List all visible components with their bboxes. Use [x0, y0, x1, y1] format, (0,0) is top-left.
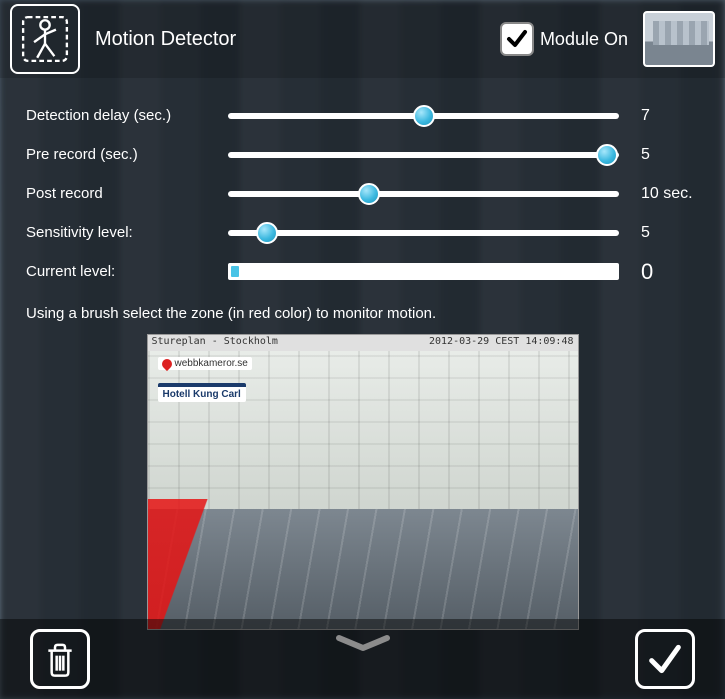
- row-sensitivity: Sensitivity level: 5: [26, 213, 699, 252]
- preview-logo-hotel: Hotell Kung Carl: [158, 383, 246, 402]
- value-sensitivity: 5: [631, 224, 699, 242]
- footer-bar: [0, 619, 725, 699]
- slider-detection-delay[interactable]: [228, 113, 619, 119]
- level-meter: [228, 263, 619, 280]
- module-checkbox[interactable]: [500, 22, 534, 56]
- level-meter-fill: [231, 266, 239, 277]
- preview-caption-left: Stureplan - Stockholm: [152, 336, 278, 350]
- row-current-level: Current level: 0: [26, 252, 699, 291]
- motion-detector-icon: [10, 4, 80, 74]
- label-sensitivity: Sensitivity level:: [26, 224, 216, 241]
- value-current-level: 0: [631, 259, 699, 285]
- zone-hint-text: Using a brush select the zone (in red co…: [26, 305, 699, 322]
- row-pre-record: Pre record (sec.) 5: [26, 135, 699, 174]
- slider-thumb[interactable]: [596, 144, 618, 166]
- label-post-record: Post record: [26, 185, 216, 202]
- slider-post-record[interactable]: [228, 191, 619, 197]
- label-detection-delay: Detection delay (sec.): [26, 107, 216, 124]
- module-toggle[interactable]: Module On: [500, 22, 628, 56]
- preview-logo-webbkameror: webbkameror.se: [158, 357, 252, 370]
- preview-caption-right: 2012-03-29 CEST 14:09:48: [429, 336, 574, 350]
- label-pre-record: Pre record (sec.): [26, 146, 216, 163]
- label-current-level: Current level:: [26, 263, 216, 280]
- discard-button[interactable]: [30, 629, 90, 689]
- value-post-record: 10 sec.: [631, 185, 699, 203]
- module-label: Module On: [540, 29, 628, 50]
- preview-buildings: [148, 351, 578, 511]
- slider-thumb[interactable]: [413, 105, 435, 127]
- value-detection-delay: 7: [631, 107, 699, 125]
- camera-thumbnail[interactable]: [643, 11, 715, 67]
- page-title: Motion Detector: [95, 28, 236, 51]
- row-detection-delay: Detection delay (sec.) 7: [26, 96, 699, 135]
- zone-preview-canvas[interactable]: Stureplan - Stockholm 2012-03-29 CEST 14…: [147, 334, 579, 630]
- preview-street: [148, 509, 578, 629]
- motion-zone-overlay: [148, 499, 208, 629]
- slider-thumb[interactable]: [256, 222, 278, 244]
- row-post-record: Post record 10 sec.: [26, 174, 699, 213]
- header-bar: Motion Detector Module On: [0, 0, 725, 78]
- value-pre-record: 5: [631, 146, 699, 164]
- slider-sensitivity[interactable]: [228, 230, 619, 236]
- confirm-button[interactable]: [635, 629, 695, 689]
- slider-thumb[interactable]: [358, 183, 380, 205]
- slider-pre-record[interactable]: [228, 152, 619, 158]
- preview-caption-bar: Stureplan - Stockholm 2012-03-29 CEST 14…: [148, 335, 578, 351]
